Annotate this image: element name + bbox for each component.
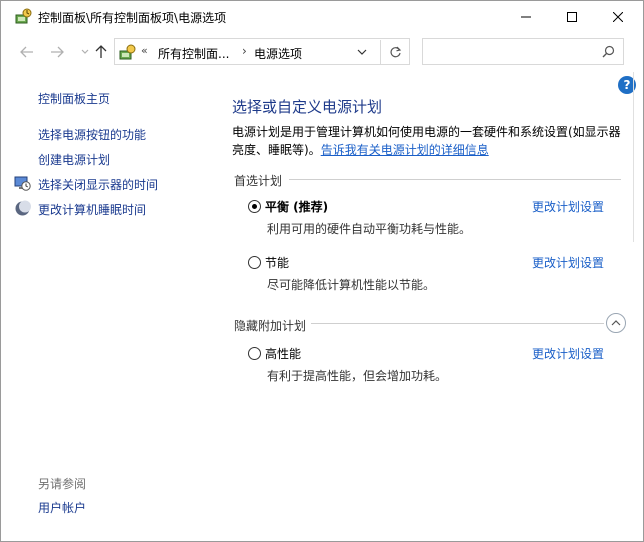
plan-high-performance-radio[interactable]	[248, 347, 261, 360]
title-bar: 控制面板\所有控制面板项\电源选项	[1, 1, 643, 32]
plan-balanced-desc: 利用可用的硬件自动平衡功耗与性能。	[267, 222, 472, 236]
moon-icon	[15, 200, 31, 216]
plan-high-performance-name[interactable]: 高性能	[265, 345, 301, 362]
plan-power-saver-radio[interactable]	[248, 256, 261, 269]
page-description: 电源计划是用于管理计算机如何使用电源的一套硬件和系统设置(如显示器亮度、睡眠等)…	[232, 123, 627, 159]
change-plan-settings-power-saver[interactable]: 更改计划设置	[532, 254, 604, 271]
plan-high-performance-desc: 有利于提高性能，但会增加功耗。	[267, 369, 448, 383]
plan-balanced-radio[interactable]	[248, 200, 261, 213]
choose-display-off-time-link[interactable]: 选择关闭显示器的时间	[38, 176, 158, 193]
change-plan-settings-balanced[interactable]: 更改计划设置	[532, 198, 604, 215]
plan-power-saver-name[interactable]: 节能	[265, 254, 289, 271]
minimize-icon	[521, 16, 531, 17]
arrow-right-icon	[51, 46, 64, 58]
section-divider	[311, 323, 604, 324]
hidden-plans-label: 隐藏附加计划	[234, 319, 307, 333]
control-panel-home-link[interactable]: 控制面板主页	[38, 90, 110, 107]
maximize-button[interactable]	[549, 1, 595, 32]
power-options-window: 控制面板\所有控制面板项\电源选项 « 所有控制面... › 电源选项 ? 控制…	[0, 0, 644, 542]
section-divider	[289, 179, 621, 180]
forward-button[interactable]	[47, 42, 67, 62]
search-icon	[602, 45, 615, 58]
control-panel-icon	[119, 44, 136, 60]
close-icon	[613, 11, 623, 22]
arrow-up-icon	[95, 45, 107, 58]
back-button[interactable]	[17, 42, 37, 62]
change-sleep-time-link[interactable]: 更改计算机睡眠时间	[38, 201, 146, 218]
refresh-button[interactable]	[380, 40, 410, 64]
page-title: 选择或自定义电源计划	[232, 98, 383, 116]
chevron-down-icon	[81, 49, 89, 54]
chevron-up-icon	[611, 320, 621, 326]
maximize-icon	[567, 11, 577, 22]
address-bar[interactable]: « 所有控制面... › 电源选项	[114, 38, 410, 65]
refresh-icon	[390, 46, 402, 57]
collapse-hidden-plans-button[interactable]	[606, 313, 626, 333]
window-title: 控制面板\所有控制面板项\电源选项	[38, 11, 227, 25]
breadcrumb-all-items[interactable]: 所有控制面...	[158, 45, 229, 62]
arrow-left-icon	[20, 46, 33, 58]
breadcrumb-separator[interactable]: ›	[242, 44, 247, 58]
scrollbar-edge	[633, 72, 643, 242]
monitor-clock-icon	[14, 176, 31, 191]
control-panel-icon	[15, 8, 32, 24]
see-also-heading: 另请参阅	[38, 477, 87, 491]
user-accounts-link[interactable]: 用户帐户	[38, 499, 86, 516]
choose-power-buttons-link[interactable]: 选择电源按钮的功能	[38, 126, 146, 143]
close-button[interactable]	[595, 1, 641, 32]
navigation-bar: « 所有控制面... › 电源选项	[1, 32, 643, 72]
address-dropdown-button[interactable]	[352, 42, 372, 62]
plan-power-saver-desc: 尽可能降低计算机性能以节能。	[267, 278, 436, 292]
create-power-plan-link[interactable]: 创建电源计划	[38, 151, 110, 168]
change-plan-settings-high-performance[interactable]: 更改计划设置	[532, 345, 604, 362]
preferred-plans-label: 首选计划	[234, 174, 283, 188]
minimize-button[interactable]	[503, 1, 549, 32]
up-button[interactable]	[91, 42, 111, 62]
overflow-chevron[interactable]: «	[141, 44, 148, 57]
chevron-down-icon	[357, 49, 367, 55]
plan-balanced-name[interactable]: 平衡 (推荐)	[265, 198, 328, 215]
more-info-link[interactable]: 告诉我有关电源计划的详细信息	[321, 143, 489, 157]
search-input[interactable]	[422, 38, 624, 65]
breadcrumb-power-options[interactable]: 电源选项	[254, 45, 302, 62]
